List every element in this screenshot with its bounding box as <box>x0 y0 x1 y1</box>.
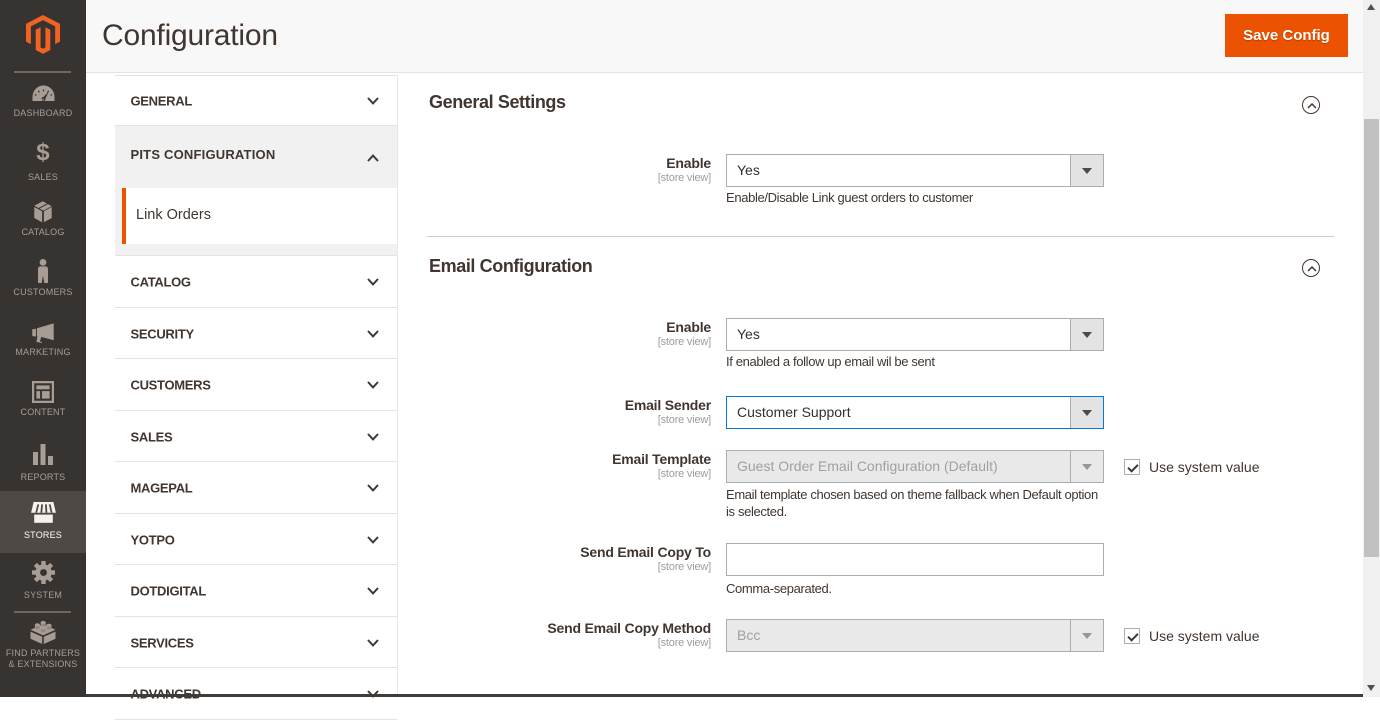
svg-text:$: $ <box>36 141 50 165</box>
